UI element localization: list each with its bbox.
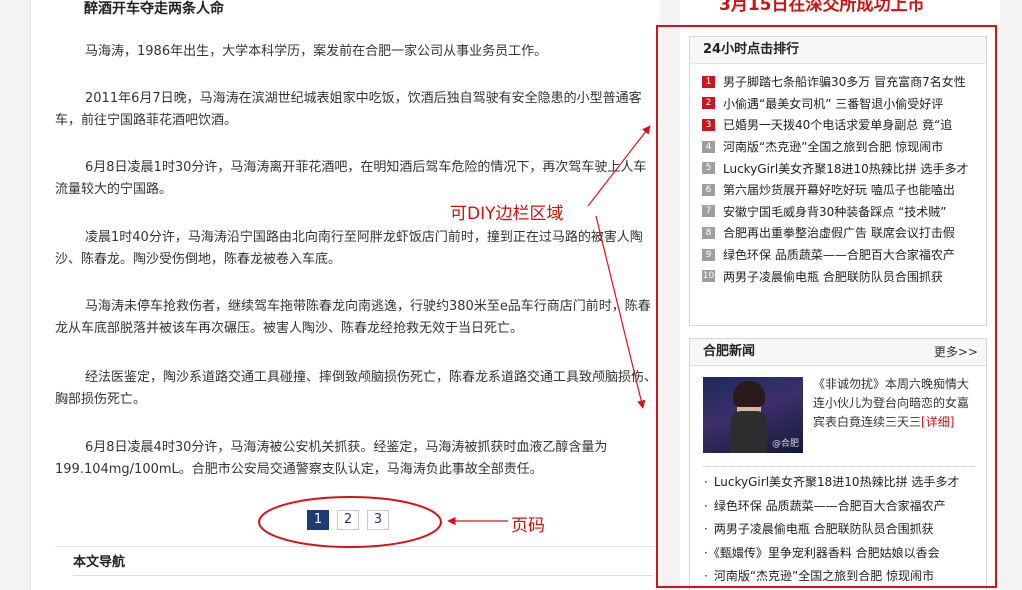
pager-highlight-ellipse — [258, 496, 442, 548]
annotation-arrow-up — [587, 125, 651, 207]
annotation-arrow-down — [595, 215, 646, 409]
annotation-overlay — [258, 125, 651, 548]
pager-annotation: 页码 — [511, 516, 545, 536]
diy-sidebar-annotation: 可DIY边栏区域 — [450, 204, 564, 224]
